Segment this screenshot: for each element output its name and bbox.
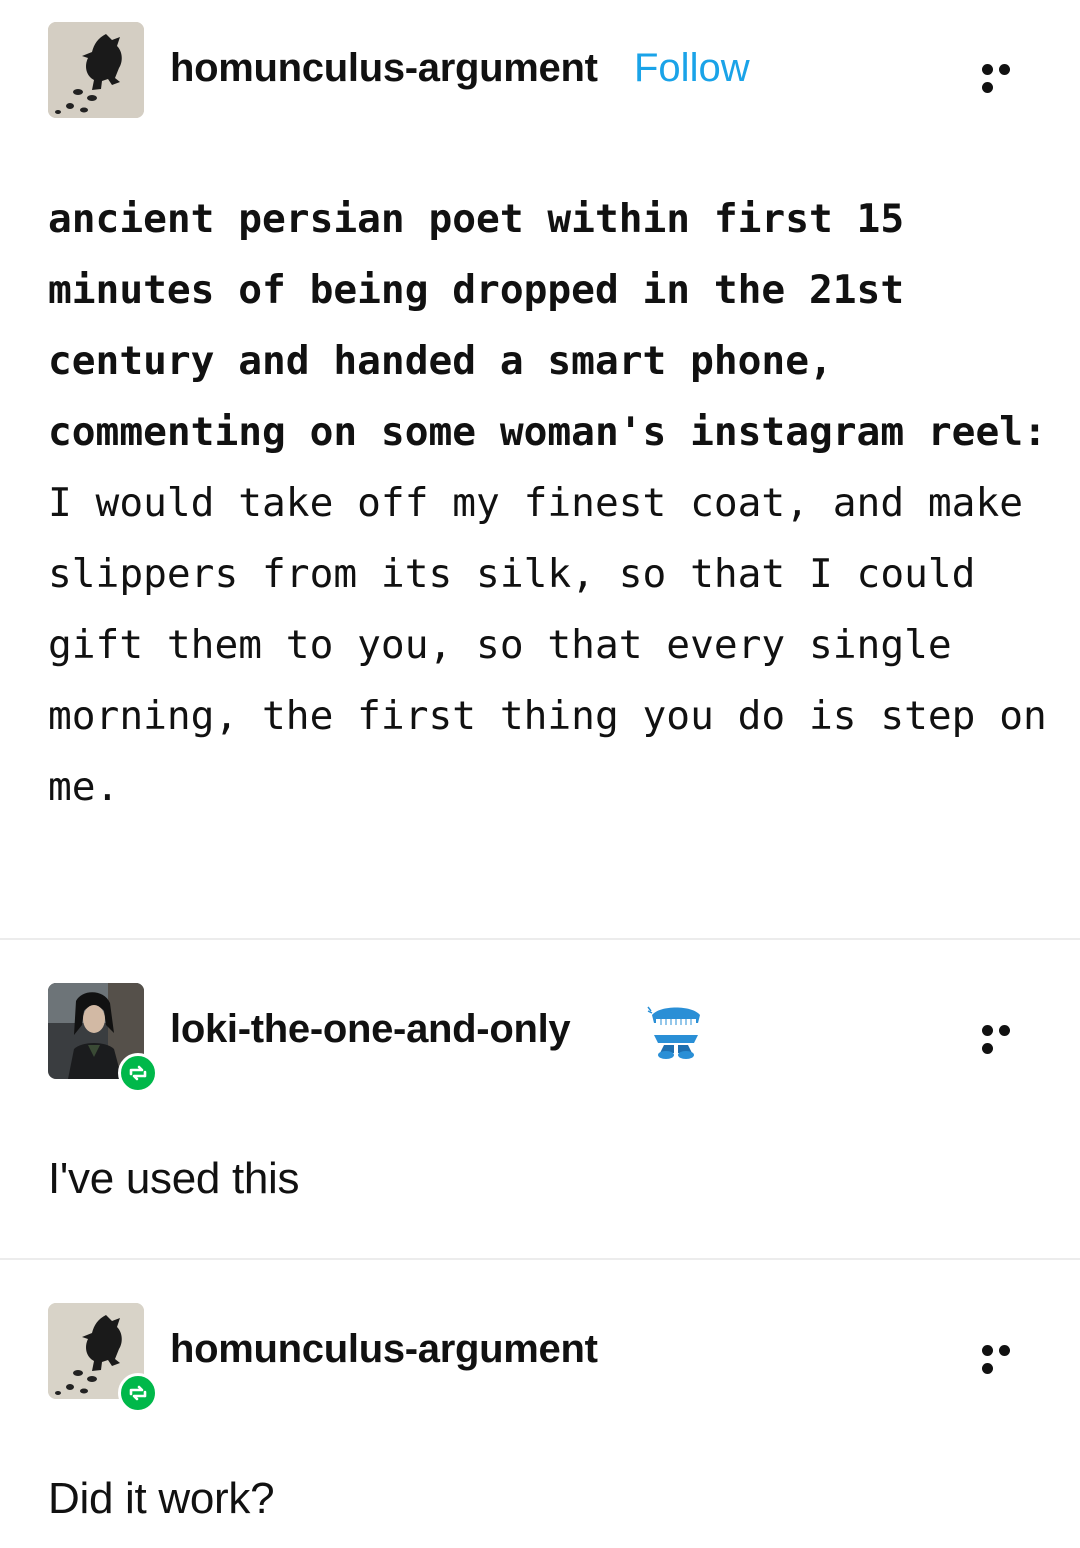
post-body-quote: I would take off my finest coat, and mak… bbox=[48, 480, 1047, 810]
reblog-icon bbox=[118, 1373, 158, 1413]
post-original: homunculus-argument Follow ancient persi… bbox=[0, 0, 1080, 940]
username[interactable]: loki-the-one-and-only bbox=[170, 1007, 571, 1052]
chattering-teeth-icon[interactable] bbox=[646, 1005, 706, 1061]
post-header: homunculus-argument Follow bbox=[48, 22, 1038, 118]
post-body: ancient persian poet within first 15 min… bbox=[48, 184, 1048, 823]
gremlin-avatar-image bbox=[48, 22, 144, 118]
more-dots-icon[interactable] bbox=[982, 62, 1030, 93]
username[interactable]: homunculus-argument bbox=[170, 46, 598, 91]
post-body: I've used this bbox=[48, 1154, 300, 1203]
post-header: loki-the-one-and-only bbox=[48, 983, 1038, 1093]
avatar[interactable] bbox=[48, 22, 144, 118]
post-body: Did it work? bbox=[48, 1474, 275, 1523]
avatar[interactable] bbox=[48, 983, 158, 1093]
avatar[interactable] bbox=[48, 1303, 158, 1413]
reblog-icon bbox=[118, 1053, 158, 1093]
follow-button[interactable]: Follow bbox=[634, 46, 750, 91]
post-reblog-1: loki-the-one-and-only I've used this bbox=[0, 940, 1080, 1258]
username[interactable]: homunculus-argument bbox=[170, 1327, 598, 1372]
post-header: homunculus-argument bbox=[48, 1303, 1038, 1413]
post-reblog-2: homunculus-argument Did it work? bbox=[0, 1260, 1080, 1548]
more-dots-icon[interactable] bbox=[982, 1023, 1030, 1054]
more-dots-icon[interactable] bbox=[982, 1343, 1030, 1374]
post-body-bold: ancient persian poet within first 15 min… bbox=[48, 196, 1047, 455]
